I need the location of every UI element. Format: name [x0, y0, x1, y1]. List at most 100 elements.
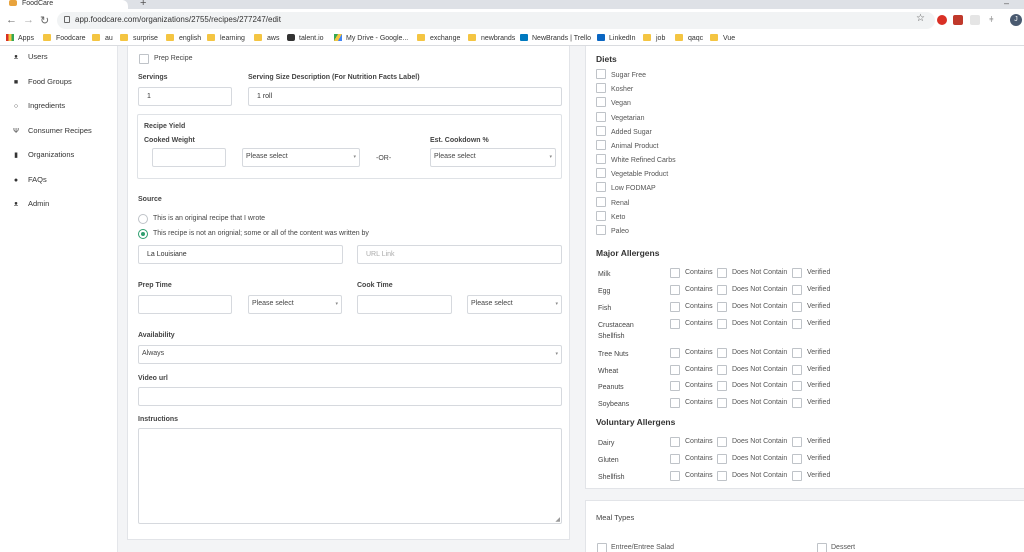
contains-checkbox[interactable]	[670, 268, 680, 278]
cookdown-select[interactable]: Please select ▾	[430, 148, 556, 167]
browser-tab[interactable]: FoodCare	[0, 0, 128, 9]
source-author-input[interactable]: La Louisiane	[138, 245, 343, 264]
new-tab-icon[interactable]: +	[140, 0, 146, 9]
sidebar-item-organizations[interactable]: ▮ Organizations	[12, 150, 74, 159]
profile-avatar[interactable]: J	[1010, 14, 1022, 26]
bookmark-star-icon[interactable]: ☆	[916, 13, 925, 24]
prep-time-input[interactable]	[138, 295, 232, 314]
diet-checkbox[interactable]	[596, 197, 606, 207]
url-link-input[interactable]: URL Link	[357, 245, 562, 264]
verified-checkbox[interactable]	[792, 285, 802, 295]
sidebar-item-food-groups[interactable]: ■ Food Groups	[12, 77, 72, 86]
diet-checkbox[interactable]	[596, 182, 606, 192]
diet-checkbox[interactable]	[596, 168, 606, 178]
bookmark-vue[interactable]: Vue	[710, 34, 735, 42]
does-not-contain-checkbox[interactable]	[717, 285, 727, 295]
sidebar-item-consumer-recipes[interactable]: Ψ Consumer Recipes	[12, 126, 92, 135]
verified-checkbox[interactable]	[792, 398, 802, 408]
does-not-contain-checkbox[interactable]	[717, 471, 727, 481]
reload-icon[interactable]: ↻	[40, 14, 49, 27]
verified-checkbox[interactable]	[792, 471, 802, 481]
verified-checkbox[interactable]	[792, 437, 802, 447]
diet-option[interactable]: Vegetable Product	[596, 168, 668, 178]
bookmark-apps[interactable]: Apps	[6, 34, 34, 42]
contains-checkbox[interactable]	[670, 365, 680, 375]
bookmark-job[interactable]: job	[643, 34, 665, 42]
contains-checkbox[interactable]	[670, 398, 680, 408]
diet-checkbox[interactable]	[596, 83, 606, 93]
bookmark-linkedin[interactable]: LinkedIn	[597, 34, 635, 42]
bookmark-google-drive[interactable]: My Drive - Google...	[334, 34, 408, 42]
diet-checkbox[interactable]	[596, 112, 606, 122]
diet-option[interactable]: Keto	[596, 211, 625, 221]
does-not-contain-checkbox[interactable]	[717, 437, 727, 447]
diet-checkbox[interactable]	[596, 225, 606, 235]
sidebar-item-faqs[interactable]: ● FAQs	[12, 175, 47, 184]
diet-checkbox[interactable]	[596, 140, 606, 150]
sidebar-item-users[interactable]: ᴥ Users	[12, 52, 48, 61]
contains-checkbox[interactable]	[670, 319, 680, 329]
contains-checkbox[interactable]	[670, 381, 680, 391]
does-not-contain-checkbox[interactable]	[717, 348, 727, 358]
contains-checkbox[interactable]	[670, 302, 680, 312]
cooked-weight-input[interactable]	[152, 148, 226, 167]
diet-option[interactable]: Renal	[596, 197, 629, 207]
verified-checkbox[interactable]	[792, 454, 802, 464]
diet-option[interactable]: Vegetarian	[596, 112, 644, 122]
does-not-contain-checkbox[interactable]	[717, 398, 727, 408]
back-arrow-icon[interactable]: ←	[6, 14, 17, 26]
contains-checkbox[interactable]	[670, 348, 680, 358]
minimize-icon[interactable]: –	[1004, 0, 1009, 8]
forward-arrow-icon[interactable]: →	[23, 14, 34, 26]
extension-red-icon[interactable]	[953, 15, 963, 25]
availability-select[interactable]: Always ▾	[138, 345, 562, 364]
diet-option[interactable]: White Refined Carbs	[596, 154, 676, 164]
diet-option[interactable]: Animal Product	[596, 140, 658, 150]
verified-checkbox[interactable]	[792, 302, 802, 312]
diet-checkbox[interactable]	[596, 126, 606, 136]
does-not-contain-checkbox[interactable]	[717, 365, 727, 375]
verified-checkbox[interactable]	[792, 381, 802, 391]
diet-option[interactable]: Vegan	[596, 97, 631, 107]
cook-time-input[interactable]	[357, 295, 452, 314]
verified-checkbox[interactable]	[792, 348, 802, 358]
verified-checkbox[interactable]	[792, 268, 802, 278]
bookmark-newbrands[interactable]: newbrands	[468, 34, 515, 42]
bookmark-au[interactable]: au	[92, 34, 113, 42]
bookmark-talent-io[interactable]: talent.io	[287, 34, 324, 42]
bookmark-trello[interactable]: NewBrands | Trello	[520, 34, 591, 42]
bookmark-aws[interactable]: aws	[254, 34, 279, 42]
diet-checkbox[interactable]	[596, 69, 606, 79]
contains-checkbox[interactable]	[670, 437, 680, 447]
cook-time-unit-select[interactable]: Please select ▾	[467, 295, 562, 314]
contains-checkbox[interactable]	[670, 471, 680, 481]
contains-checkbox[interactable]	[670, 454, 680, 464]
source-original-radio[interactable]	[138, 214, 148, 224]
bookmark-exchange[interactable]: exchange	[417, 34, 460, 42]
does-not-contain-checkbox[interactable]	[717, 302, 727, 312]
bookmark-qaqc[interactable]: qaqc	[675, 34, 703, 42]
bookmark-surprise[interactable]: surprise	[120, 34, 158, 42]
source-not-original-radio[interactable]	[138, 229, 148, 239]
diet-checkbox[interactable]	[596, 97, 606, 107]
contains-checkbox[interactable]	[670, 285, 680, 295]
resize-handle-icon[interactable]: ◢	[555, 516, 560, 523]
instructions-textarea[interactable]: ◢	[138, 428, 562, 524]
verified-checkbox[interactable]	[792, 319, 802, 329]
url-bar[interactable]: app.foodcare.com/organizations/2755/reci…	[57, 12, 935, 29]
diet-option[interactable]: Added Sugar	[596, 126, 652, 136]
prep-recipe-checkbox[interactable]	[139, 54, 149, 64]
diet-checkbox[interactable]	[596, 154, 606, 164]
diet-option[interactable]: Sugar Free	[596, 69, 646, 79]
sidebar-item-admin[interactable]: ᴥ Admin	[12, 199, 49, 208]
extension-puzzle-icon[interactable]: ǂ	[989, 15, 999, 25]
diet-checkbox[interactable]	[596, 211, 606, 221]
does-not-contain-checkbox[interactable]	[717, 454, 727, 464]
does-not-contain-checkbox[interactable]	[717, 319, 727, 329]
extension-adblock-icon[interactable]	[937, 15, 947, 25]
bookmark-english[interactable]: english	[166, 34, 201, 42]
video-url-input[interactable]	[138, 387, 562, 406]
does-not-contain-checkbox[interactable]	[717, 268, 727, 278]
prep-time-unit-select[interactable]: Please select ▾	[248, 295, 342, 314]
serving-size-input[interactable]: 1 roll	[248, 87, 562, 106]
